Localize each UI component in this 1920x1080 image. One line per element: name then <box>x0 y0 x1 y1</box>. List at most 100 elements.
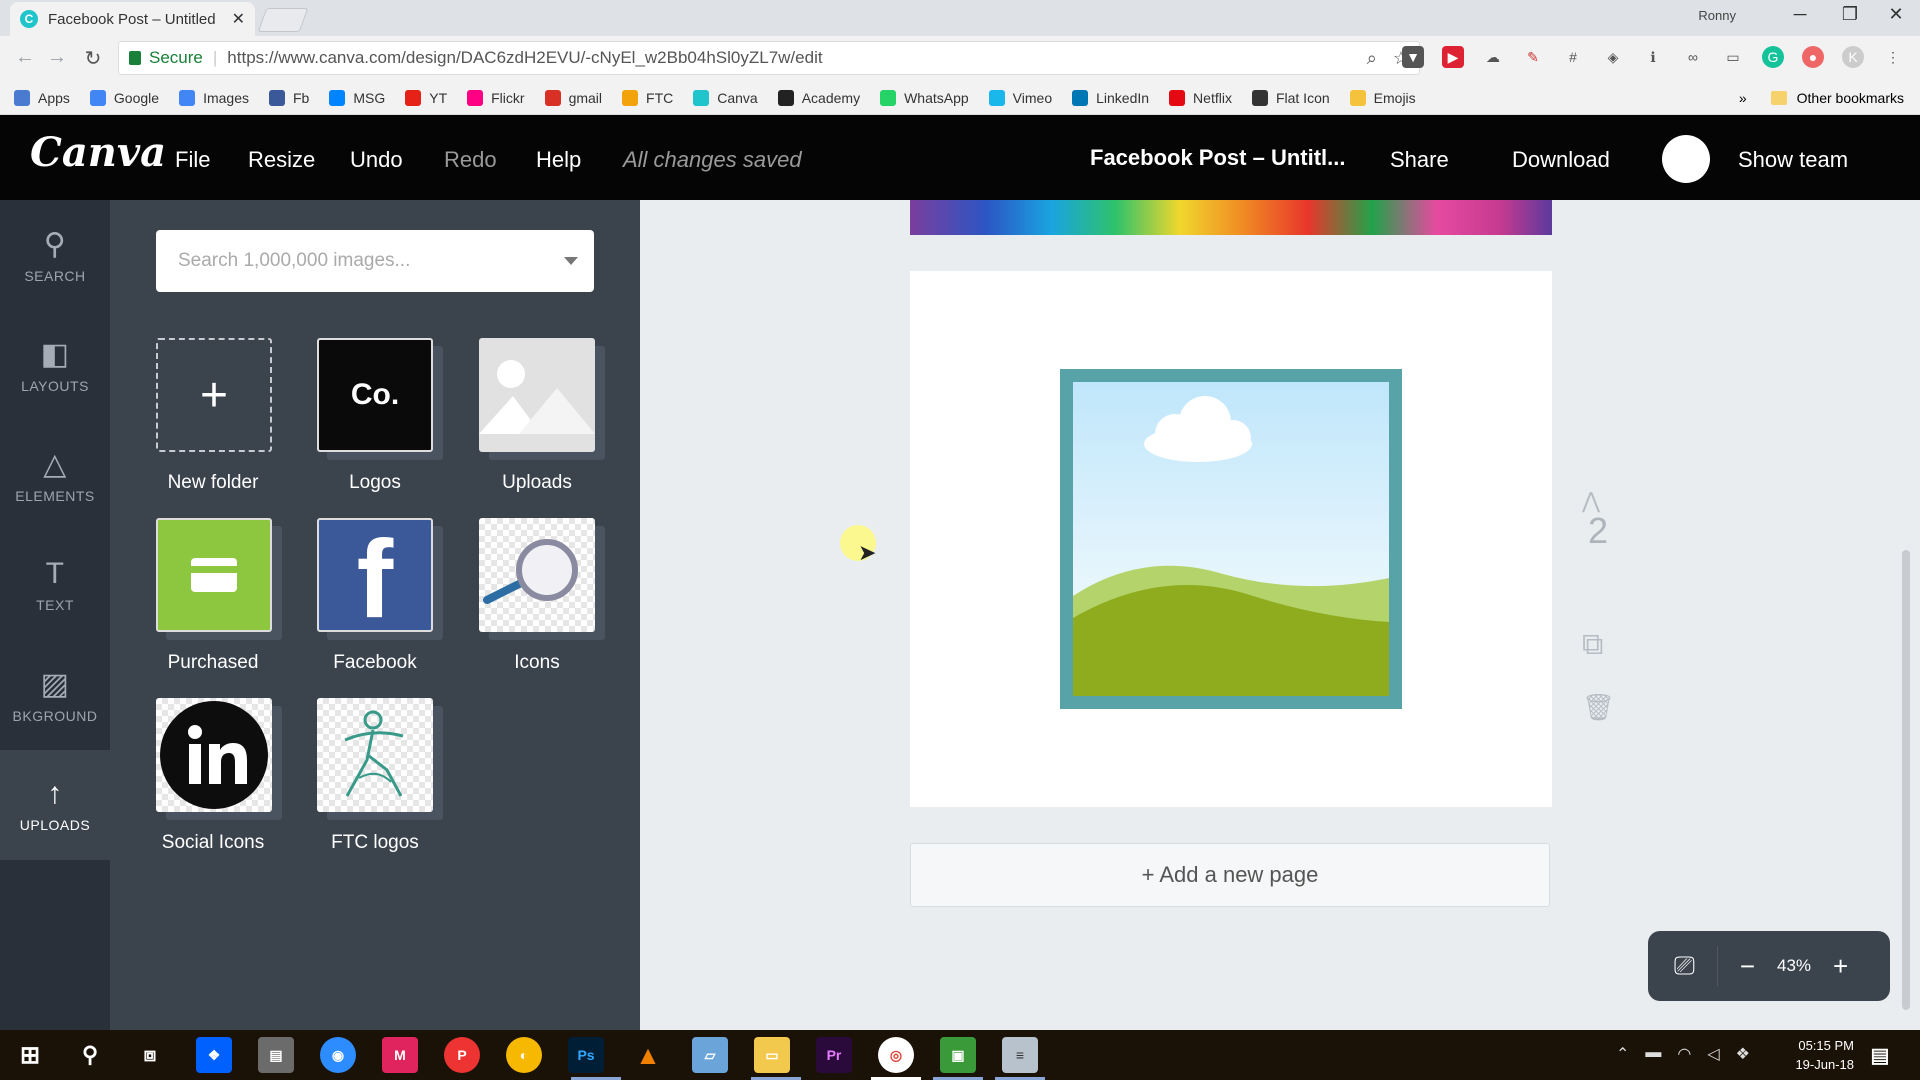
add-new-page-button[interactable]: + Add a new page <box>910 843 1550 907</box>
reload-icon[interactable]: ↻ <box>78 46 108 71</box>
screen-ext-icon[interactable]: ▭ <box>1722 46 1744 68</box>
other-bookmarks[interactable]: Other bookmarks <box>1797 90 1904 106</box>
wifi-icon[interactable]: ◠ <box>1677 1044 1691 1064</box>
design-page[interactable] <box>910 271 1552 807</box>
share-button[interactable]: Share <box>1390 147 1449 173</box>
hashtag-icon[interactable]: # <box>1562 46 1584 68</box>
clock[interactable]: 05:15 PM 19-Jun-18 <box>1795 1036 1854 1074</box>
bookmark-item[interactable]: Flat Icon <box>1251 90 1330 106</box>
sidebar-item-layouts[interactable]: ◧ LAYOUTS <box>0 310 110 420</box>
sidebar-item-text[interactable]: T TEXT <box>0 530 110 640</box>
task-view-icon[interactable]: ⧈ <box>132 1037 168 1073</box>
new-tab-button[interactable] <box>257 8 309 32</box>
photoshop-icon[interactable]: Ps <box>568 1037 604 1073</box>
back-icon[interactable]: ← <box>10 46 40 69</box>
bookmark-item[interactable]: Emojis <box>1349 90 1416 106</box>
tab-close-icon[interactable]: ✕ <box>232 9 245 29</box>
social-icons-folder-tile[interactable] <box>156 698 282 820</box>
notifications-icon[interactable]: ▤ <box>1862 1037 1898 1073</box>
bookmark-item[interactable]: gmail <box>544 90 602 106</box>
profile-name[interactable]: Ronny <box>1698 8 1736 23</box>
zoom-app-icon[interactable]: ◉ <box>320 1037 356 1073</box>
resize-menu[interactable]: Resize <box>248 147 315 173</box>
shield-ext-icon[interactable]: ◈ <box>1602 46 1624 68</box>
video-ext-icon[interactable]: ▶ <box>1442 46 1464 68</box>
grammarly-icon[interactable]: G <box>1762 46 1784 68</box>
bookmark-item[interactable]: Flickr <box>467 90 525 106</box>
address-bar[interactable]: Secure | https://www.canva.com/design/DA… <box>118 41 1420 75</box>
facebook-folder-tile[interactable]: f <box>317 518 443 640</box>
sidebar-item-uploads[interactable]: ↑ UPLOADS <box>0 750 110 860</box>
battery-icon[interactable]: ▬ <box>1645 1044 1661 1064</box>
browser-tab[interactable]: C Facebook Post – Untitled ✕ <box>10 2 255 36</box>
volume-icon[interactable]: ◁ <box>1707 1044 1719 1064</box>
image-frame[interactable] <box>1060 369 1402 709</box>
bookmark-item[interactable]: YT <box>405 90 447 106</box>
bookmark-item[interactable]: Academy <box>777 90 860 106</box>
bookmark-item[interactable]: Netflix <box>1169 90 1232 106</box>
colorful-app-icon[interactable]: ◐ <box>506 1037 542 1073</box>
show-team-button[interactable]: Show team <box>1738 147 1848 173</box>
menu-dots-icon[interactable]: ⋮ <box>1882 46 1904 68</box>
bookmark-item[interactable]: WhatsApp <box>880 90 969 106</box>
dropbox-icon[interactable]: ❖ <box>196 1037 232 1073</box>
chrome-icon[interactable]: ◎ <box>878 1037 914 1073</box>
windows-start-icon[interactable]: ⊞ <box>12 1037 48 1073</box>
file-explorer-icon[interactable]: ▭ <box>754 1037 790 1073</box>
image-search-input[interactable]: Search 1,000,000 images... <box>156 230 594 292</box>
k-ext-icon[interactable]: K <box>1842 46 1864 68</box>
notes-app-icon[interactable]: ▱ <box>692 1037 728 1073</box>
restore-icon[interactable]: ❐ <box>1830 4 1870 25</box>
file-menu[interactable]: File <box>175 147 210 173</box>
taskbar-search-icon[interactable]: ⚲ <box>72 1037 108 1073</box>
zoom-icon[interactable]: ⌕ <box>1367 48 1377 69</box>
minimize-icon[interactable]: ─ <box>1780 4 1820 25</box>
pocket-icon[interactable]: ▼ <box>1402 46 1424 68</box>
p-app-icon[interactable]: P <box>444 1037 480 1073</box>
bookmark-item[interactable]: Fb <box>269 90 309 106</box>
uploads-folder-tile[interactable] <box>479 338 605 460</box>
redo-button[interactable]: Redo <box>444 147 497 173</box>
chevron-down-icon[interactable] <box>564 257 578 265</box>
bookmark-item[interactable]: Canva <box>693 90 758 106</box>
sidebar-item-elements[interactable]: △ ELEMENTS <box>0 420 110 530</box>
bookmark-item[interactable]: Apps <box>14 90 70 106</box>
present-icon[interactable]: ⎚ <box>1674 950 1695 982</box>
help-menu[interactable]: Help <box>536 147 581 173</box>
link-ext-icon[interactable]: ∞ <box>1682 46 1704 68</box>
purchased-folder-tile[interactable] <box>156 518 282 640</box>
tray-chevron-icon[interactable]: ⌃ <box>1616 1044 1629 1064</box>
dropbox-tray-icon[interactable]: ❖ <box>1736 1044 1750 1064</box>
printer-icon[interactable]: ▤ <box>258 1037 294 1073</box>
close-window-icon[interactable]: ✕ <box>1876 4 1916 25</box>
new-folder-tile[interactable]: + <box>156 338 272 452</box>
logos-folder-tile[interactable]: Co. <box>317 338 443 460</box>
ftc-logos-folder-tile[interactable] <box>317 698 443 820</box>
bookmarks-more-chevron[interactable]: » <box>1739 90 1747 106</box>
canva-logo[interactable]: Canva <box>30 129 166 176</box>
undo-button[interactable]: Undo <box>350 147 403 173</box>
previous-page-thumbnail[interactable] <box>910 200 1552 235</box>
bookmark-item[interactable]: LinkedIn <box>1072 90 1149 106</box>
forward-icon[interactable]: → <box>42 46 72 69</box>
cloud-icon[interactable]: ☁ <box>1482 46 1504 68</box>
pen-ext-icon[interactable]: ✎ <box>1522 46 1544 68</box>
notepad-icon[interactable]: ≡ <box>1002 1037 1038 1073</box>
copy-page-icon[interactable]: ⧉ <box>1582 628 1603 662</box>
bookmark-item[interactable]: FTC <box>622 90 673 106</box>
document-title[interactable]: Facebook Post – Untitl... <box>1090 145 1345 171</box>
zoom-in-icon[interactable]: + <box>1833 951 1848 982</box>
premiere-icon[interactable]: Pr <box>816 1037 852 1073</box>
zoom-out-icon[interactable]: − <box>1740 951 1755 982</box>
delete-page-icon[interactable]: 🗑 <box>1582 692 1615 723</box>
vlc-icon[interactable]: ▲ <box>630 1037 666 1073</box>
download-button[interactable]: Download <box>1512 147 1610 173</box>
m-app-icon[interactable]: M <box>382 1037 418 1073</box>
sidebar-item-background[interactable]: ▨ BKGROUND <box>0 640 110 750</box>
bookmark-item[interactable]: Google <box>89 90 159 106</box>
bookmark-item[interactable]: Vimeo <box>988 90 1052 106</box>
camtasia-icon[interactable]: ▣ <box>940 1037 976 1073</box>
avatar[interactable] <box>1662 135 1710 183</box>
bookmark-item[interactable]: Images <box>179 90 249 106</box>
color-ext-icon[interactable]: ● <box>1802 46 1824 68</box>
